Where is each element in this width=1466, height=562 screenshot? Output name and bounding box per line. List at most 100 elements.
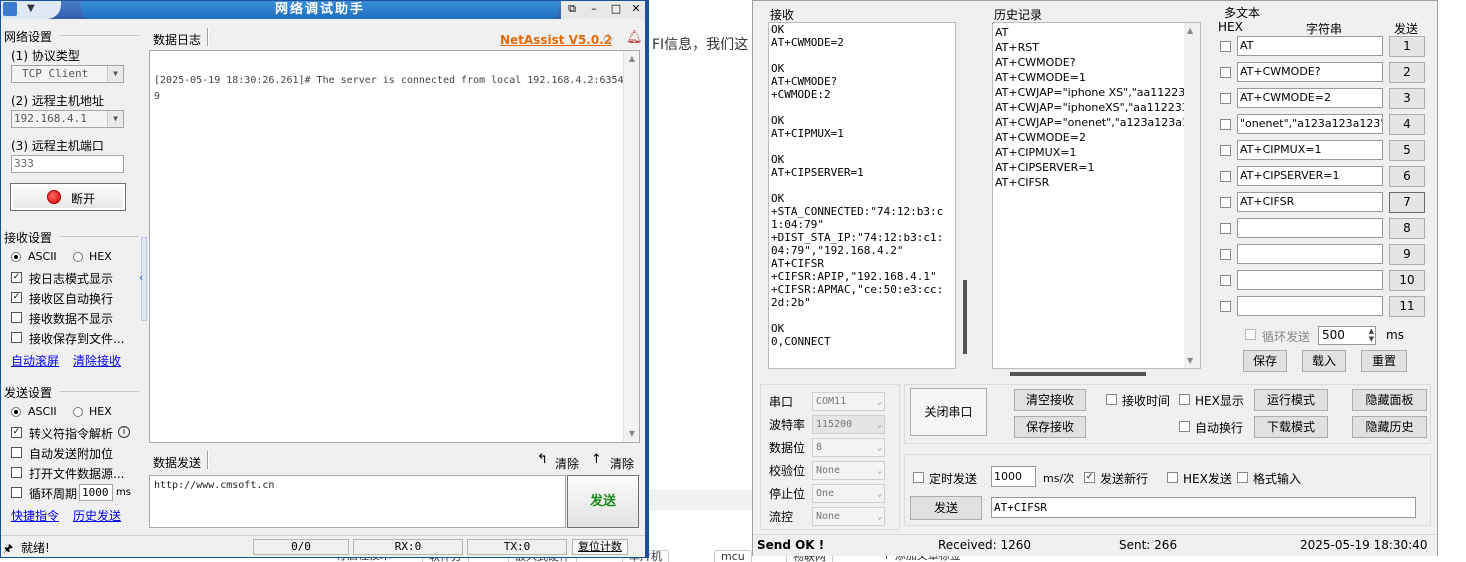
multitext-send-button[interactable]: 7 bbox=[1389, 192, 1425, 213]
diamond-icon[interactable]: ◇ bbox=[603, 31, 613, 46]
multitext-input[interactable]: AT+CIFSR bbox=[1237, 192, 1383, 212]
host-select[interactable]: 192.168.4.1 ▼ bbox=[11, 110, 124, 128]
escape-checkbox[interactable]: ✓ bbox=[11, 427, 22, 438]
auto-wrap-checkbox[interactable]: ✓ bbox=[11, 292, 22, 303]
baud-select[interactable]: 115200 ⌄ bbox=[812, 415, 885, 434]
history-send-link[interactable]: 历史发送 bbox=[73, 507, 121, 524]
multitext-input[interactable]: AT+CIPMUX=1 bbox=[1237, 140, 1383, 160]
clear-button-1[interactable]: 清除 bbox=[555, 455, 579, 472]
timed-send-checkbox[interactable] bbox=[913, 472, 924, 483]
recv-time-checkbox[interactable] bbox=[1106, 394, 1117, 405]
auto-scroll-link[interactable]: 自动滚屏 bbox=[11, 352, 59, 369]
multitext-send-button[interactable]: 5 bbox=[1389, 140, 1425, 161]
multitext-input[interactable]: AT bbox=[1237, 36, 1383, 56]
recv-ascii-radio[interactable] bbox=[11, 252, 21, 262]
maximize-icon[interactable]: □ bbox=[607, 2, 625, 17]
minimize-icon[interactable]: – bbox=[585, 2, 603, 17]
log-area[interactable]: [2025-05-19 18:30:26.261]# The server is… bbox=[149, 50, 640, 443]
disconnect-button[interactable]: 断开 bbox=[10, 183, 126, 211]
multitext-input[interactable] bbox=[1237, 270, 1383, 290]
multitext-send-button[interactable]: 1 bbox=[1389, 36, 1425, 57]
multitext-input[interactable]: AT+CWMODE=2 bbox=[1237, 88, 1383, 108]
reset-count-button[interactable]: 复位计数 bbox=[572, 539, 628, 555]
clear-history-icon[interactable]: ↑ bbox=[591, 452, 602, 467]
multitext-send-button[interactable]: 10 bbox=[1389, 270, 1425, 291]
multitext-input[interactable]: "onenet","a123a123a123" bbox=[1237, 114, 1383, 134]
multitext-hex-checkbox[interactable] bbox=[1220, 119, 1231, 130]
multitext-send-button[interactable]: 11 bbox=[1389, 296, 1425, 317]
multitext-hex-checkbox[interactable] bbox=[1220, 223, 1231, 234]
loop-send-interval[interactable]: 500 ▲ ▼ bbox=[1318, 326, 1376, 345]
send-input[interactable]: http://www.cmsoft.cn bbox=[149, 475, 566, 528]
save-button[interactable]: 保存 bbox=[1243, 350, 1287, 372]
loop-checkbox[interactable] bbox=[11, 487, 22, 498]
hide-recv-checkbox[interactable] bbox=[11, 312, 22, 323]
scroll-up-icon[interactable]: ▲ bbox=[624, 51, 640, 67]
background-tag[interactable]: mcu bbox=[714, 550, 752, 562]
multitext-send-button[interactable]: 8 bbox=[1389, 218, 1425, 239]
hide-panel-button[interactable]: 隐藏面板 bbox=[1352, 389, 1427, 411]
databits-select[interactable]: 8 ⌄ bbox=[812, 438, 885, 457]
brand-link[interactable]: NetAssist V5.0.2 bbox=[500, 33, 612, 47]
quick-cmd-link[interactable]: 快捷指令 bbox=[11, 507, 59, 524]
loop-period-input[interactable]: 1000 bbox=[79, 484, 113, 501]
history-hscroll-thumb[interactable] bbox=[1010, 372, 1146, 376]
send-ascii-radio[interactable] bbox=[11, 407, 21, 417]
multitext-hex-checkbox[interactable] bbox=[1220, 197, 1231, 208]
run-mode-button[interactable]: 运行模式 bbox=[1254, 389, 1328, 411]
history-scrollbar[interactable]: ▲ ▼ bbox=[1184, 23, 1200, 368]
multitext-hex-checkbox[interactable] bbox=[1220, 145, 1231, 156]
scroll-down-icon[interactable]: ▼ bbox=[624, 426, 640, 442]
auto-wrap2-checkbox[interactable] bbox=[1179, 421, 1190, 432]
multitext-input[interactable]: AT+CIPSERVER=1 bbox=[1237, 166, 1383, 186]
close-port-button[interactable]: 关闭串口 bbox=[910, 388, 987, 436]
multitext-hex-checkbox[interactable] bbox=[1220, 275, 1231, 286]
multitext-input[interactable] bbox=[1237, 218, 1383, 238]
history-panel[interactable]: AT AT+RST AT+CWMODE? AT+CWMODE=1 AT+CWJA… bbox=[992, 22, 1201, 369]
recv-panel[interactable]: OK AT+CWMODE=2 OK AT+CWMODE? +CWMODE:2 O… bbox=[768, 22, 956, 369]
multitext-send-button[interactable]: 3 bbox=[1389, 88, 1425, 109]
multitext-hex-checkbox[interactable] bbox=[1220, 301, 1231, 312]
save-file-checkbox[interactable] bbox=[11, 332, 22, 343]
multitext-input[interactable]: AT+CWMODE? bbox=[1237, 62, 1383, 82]
clear-icon[interactable]: ↰ bbox=[537, 452, 548, 467]
hide-history-button[interactable]: 隐藏历史 bbox=[1352, 416, 1427, 438]
multitext-send-button[interactable]: 4 bbox=[1389, 114, 1425, 135]
multitext-hex-checkbox[interactable] bbox=[1220, 171, 1231, 182]
clear-recv-link[interactable]: 清除接收 bbox=[73, 352, 121, 369]
multitext-hex-checkbox[interactable] bbox=[1220, 67, 1231, 78]
hex-display-checkbox[interactable] bbox=[1179, 394, 1190, 405]
multitext-hex-checkbox[interactable] bbox=[1220, 41, 1231, 52]
multitext-hex-checkbox[interactable] bbox=[1220, 93, 1231, 104]
save-recv-button[interactable]: 保存接收 bbox=[1014, 416, 1086, 438]
spin-icon[interactable]: ▲ ▼ bbox=[1369, 327, 1374, 343]
load-button[interactable]: 载入 bbox=[1302, 350, 1346, 372]
port-select[interactable]: COM11 ⌄ bbox=[812, 392, 885, 411]
multitext-input[interactable] bbox=[1237, 244, 1383, 264]
window-menu[interactable]: ▼ bbox=[1, 1, 61, 19]
send-tab[interactable]: 数据发送 bbox=[153, 454, 201, 471]
info-icon[interactable]: i bbox=[118, 426, 130, 438]
chevron-down-icon[interactable]: ▼ bbox=[27, 3, 35, 14]
multitext-send-button[interactable]: 2 bbox=[1389, 62, 1425, 83]
recv-scroll-thumb[interactable] bbox=[963, 280, 967, 354]
parity-select[interactable]: None ⌄ bbox=[812, 461, 885, 480]
clear-button-2[interactable]: 清除 bbox=[610, 455, 634, 472]
log-tab[interactable]: 数据日志 bbox=[153, 31, 201, 48]
serial-send-input[interactable]: AT+CIFSR bbox=[991, 497, 1416, 518]
send-newline-checkbox[interactable]: ✓ bbox=[1084, 472, 1095, 483]
multitext-send-button[interactable]: 9 bbox=[1389, 244, 1425, 265]
scroll-down-icon[interactable]: ▼ bbox=[1187, 356, 1193, 365]
open-file-checkbox[interactable] bbox=[11, 467, 22, 478]
loop-send-checkbox[interactable] bbox=[1245, 329, 1256, 340]
format-input-checkbox[interactable] bbox=[1237, 472, 1248, 483]
protocol-select[interactable]: TCP Client ▼ bbox=[11, 65, 124, 83]
download-mode-button[interactable]: 下载模式 bbox=[1254, 416, 1328, 438]
log-scrollbar[interactable]: ▲ ▼ bbox=[623, 51, 639, 442]
multitext-send-button[interactable]: 6 bbox=[1389, 166, 1425, 187]
recv-hex-radio[interactable] bbox=[73, 252, 83, 262]
flow-select[interactable]: None ⌄ bbox=[812, 507, 885, 526]
port-input[interactable]: 333 bbox=[11, 155, 124, 173]
multitext-input[interactable] bbox=[1237, 296, 1383, 316]
hex-send-checkbox[interactable] bbox=[1167, 472, 1178, 483]
